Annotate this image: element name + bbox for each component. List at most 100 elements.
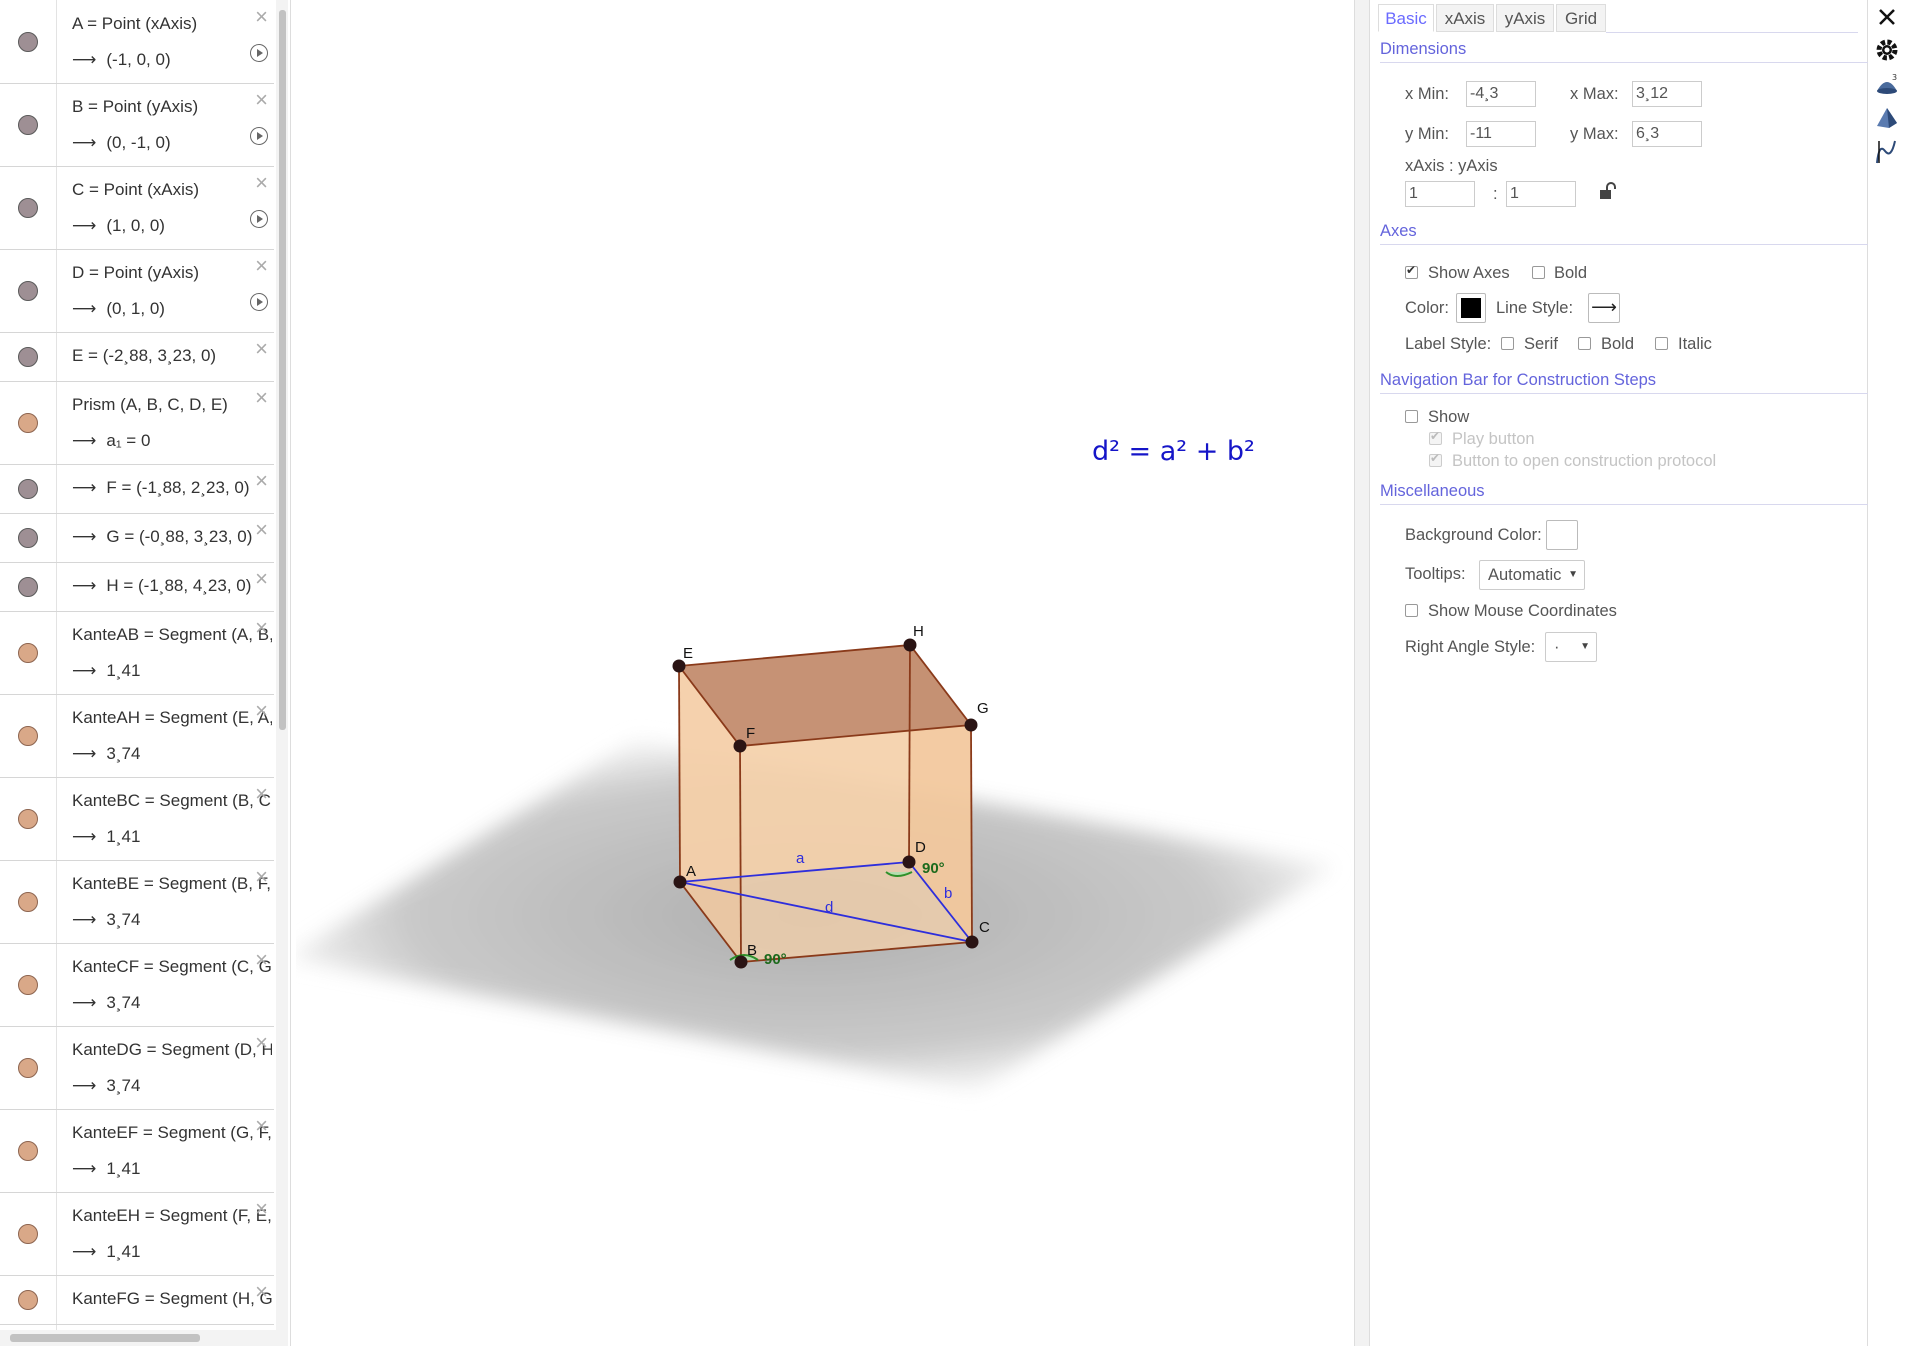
algebra-row[interactable]: Prism (A, B, C, D, E) ⟶ a₁ = 0 × xyxy=(0,381,274,465)
delete-icon[interactable]: × xyxy=(255,1115,268,1137)
visibility-toggle[interactable] xyxy=(18,31,38,52)
algebra-horizontal-scrollbar[interactable] xyxy=(0,1330,276,1346)
point-A[interactable] xyxy=(673,875,687,889)
algebra-row[interactable]: C = Point (xAxis) ⟶ (1, 0, 0) × xyxy=(0,166,274,250)
row-definition[interactable]: KanteCF = Segment (C, G, a xyxy=(72,957,272,977)
bold-checkbox[interactable] xyxy=(1532,266,1545,279)
delete-icon[interactable]: × xyxy=(255,1198,268,1220)
show-mouse-coords-checkbox[interactable] xyxy=(1405,604,1418,617)
ratio-y-input[interactable]: 1 xyxy=(1506,181,1576,207)
pythagoras-formula[interactable]: d² = a² + b² xyxy=(1092,436,1255,467)
row-definition[interactable]: KanteBC = Segment (B, C, a xyxy=(72,791,272,811)
delete-icon[interactable]: × xyxy=(255,1281,268,1303)
delete-icon[interactable]: × xyxy=(255,1032,268,1054)
visibility-toggle[interactable] xyxy=(18,974,38,995)
delete-icon[interactable]: × xyxy=(255,89,268,111)
delete-icon[interactable]: × xyxy=(255,783,268,805)
algebra-row[interactable]: KanteAH = Segment (E, A, a ⟶ 3¸74 × xyxy=(0,694,274,778)
right-angle-style-dropdown[interactable]: · ▼ xyxy=(1545,632,1597,662)
row-definition[interactable]: E = (-2¸88, 3¸23, 0) xyxy=(72,346,272,366)
algebra-row[interactable]: ⟶ G = (-0¸88, 3¸23, 0) × xyxy=(0,513,274,563)
scroll-thumb[interactable] xyxy=(10,1334,200,1342)
graphics-3d-view[interactable]: A B C D E F G H a b d 90° 90° d² = a² + … xyxy=(296,0,1354,1346)
label-bold-checkbox[interactable] xyxy=(1578,337,1591,350)
background-color-button[interactable] xyxy=(1546,520,1578,550)
row-definition[interactable]: B = Point (yAxis) xyxy=(72,97,272,117)
row-definition[interactable]: C = Point (xAxis) xyxy=(72,180,272,200)
point-D[interactable] xyxy=(902,855,916,869)
delete-icon[interactable]: × xyxy=(255,949,268,971)
gear-icon[interactable] xyxy=(1874,37,1900,63)
point-C[interactable] xyxy=(965,935,979,949)
visibility-toggle[interactable] xyxy=(18,725,38,746)
serif-checkbox[interactable] xyxy=(1501,337,1514,350)
delete-icon[interactable]: × xyxy=(255,568,268,590)
ratio-x-input[interactable]: 1 xyxy=(1405,181,1475,207)
algebra-row[interactable]: KanteDG = Segment (D, H, a ⟶ 3¸74 × xyxy=(0,1026,274,1110)
algebra-row[interactable]: ⟶ H = (-1¸88, 4¸23, 0) × xyxy=(0,562,274,612)
scroll-thumb[interactable] xyxy=(279,10,286,730)
algebra-row[interactable]: KanteEH = Segment (F, E, a ⟶ 1¸41 × xyxy=(0,1192,274,1276)
show-axes-checkbox[interactable] xyxy=(1405,263,1418,279)
graphics-canvas[interactable]: A B C D E F G H a b d 90° 90° d² = a² + … xyxy=(296,0,1354,1346)
delete-icon[interactable]: × xyxy=(255,6,268,28)
row-definition[interactable]: KanteBE = Segment (B, F, a xyxy=(72,874,272,894)
algebra-row[interactable]: KanteAB = Segment (A, B, a ⟶ 1¸41 × xyxy=(0,611,274,695)
row-definition[interactable]: KanteAH = Segment (E, A, a xyxy=(72,708,272,728)
algebra-row[interactable]: A = Point (xAxis) ⟶ (-1, 0, 0) × xyxy=(0,0,274,84)
xmin-input[interactable]: -4¸3 xyxy=(1466,81,1536,107)
ymin-input[interactable]: -11 xyxy=(1466,121,1536,147)
play-animation-icon[interactable] xyxy=(250,44,268,62)
visibility-toggle[interactable] xyxy=(18,576,38,597)
ymax-input[interactable]: 6¸3 xyxy=(1632,121,1702,147)
delete-icon[interactable]: × xyxy=(255,172,268,194)
point-B[interactable] xyxy=(734,955,748,969)
row-definition[interactable]: Prism (A, B, C, D, E) xyxy=(72,395,272,415)
graphics-3d-settings-icon[interactable]: 3 xyxy=(1874,71,1900,97)
point-H[interactable] xyxy=(903,638,917,652)
row-definition[interactable]: KanteEF = Segment (G, F, a xyxy=(72,1123,272,1143)
visibility-toggle[interactable] xyxy=(18,346,38,367)
point-F[interactable] xyxy=(733,739,747,753)
curve-icon[interactable] xyxy=(1874,139,1900,165)
visibility-toggle[interactable] xyxy=(18,527,38,548)
algebra-row[interactable]: D = Point (yAxis) ⟶ (0, 1, 0) × xyxy=(0,249,274,333)
point-G[interactable] xyxy=(964,718,978,732)
protocol-button-checkbox[interactable] xyxy=(1429,451,1442,467)
tab-yaxis[interactable]: yAxis xyxy=(1496,4,1554,32)
visibility-toggle[interactable] xyxy=(18,642,38,663)
tab-basic[interactable]: Basic xyxy=(1378,4,1434,32)
algebra-row[interactable]: B = Point (yAxis) ⟶ (0, -1, 0) × xyxy=(0,83,274,167)
row-definition[interactable]: KanteDG = Segment (D, H, a xyxy=(72,1040,272,1060)
algebra-row[interactable]: KanteCF = Segment (C, G, a ⟶ 3¸74 × xyxy=(0,943,274,1027)
play-animation-icon[interactable] xyxy=(250,210,268,228)
row-definition[interactable]: KanteEH = Segment (F, E, a xyxy=(72,1206,272,1226)
italic-checkbox[interactable] xyxy=(1655,337,1668,350)
delete-icon[interactable]: × xyxy=(255,519,268,541)
algebra-row[interactable]: E = (-2¸88, 3¸23, 0) × xyxy=(0,332,274,382)
delete-icon[interactable]: × xyxy=(255,617,268,639)
visibility-toggle[interactable] xyxy=(18,478,38,499)
delete-icon[interactable]: × xyxy=(255,255,268,277)
tooltips-dropdown[interactable]: Automatic ▼ xyxy=(1479,560,1585,590)
visibility-toggle[interactable] xyxy=(18,808,38,829)
algebra-row[interactable]: KanteBC = Segment (B, C, a ⟶ 1¸41 × xyxy=(0,777,274,861)
delete-icon[interactable]: × xyxy=(255,387,268,409)
row-definition[interactable]: KanteAB = Segment (A, B, a xyxy=(72,625,272,645)
visibility-toggle[interactable] xyxy=(18,197,38,218)
line-style-button[interactable]: ⟶ xyxy=(1588,293,1620,323)
algebra-row[interactable]: KanteEF = Segment (G, F, a ⟶ 1¸41 × xyxy=(0,1109,274,1193)
delete-icon[interactable]: × xyxy=(255,700,268,722)
visibility-toggle[interactable] xyxy=(18,1223,38,1244)
unlock-icon[interactable] xyxy=(1598,182,1616,200)
xmax-input[interactable]: 3¸12 xyxy=(1632,81,1702,107)
play-animation-icon[interactable] xyxy=(250,293,268,311)
algebra-row[interactable]: KanteFG = Segment (H, G, a × xyxy=(0,1275,274,1325)
algebra-row[interactable]: ⟶ F = (-1¸88, 2¸23, 0) × xyxy=(0,464,274,514)
tab-grid[interactable]: Grid xyxy=(1556,4,1606,32)
view-splitter[interactable] xyxy=(1354,0,1370,1346)
delete-icon[interactable]: × xyxy=(255,866,268,888)
play-button-checkbox[interactable] xyxy=(1429,429,1442,445)
row-definition[interactable]: KanteFG = Segment (H, G, a xyxy=(72,1289,272,1309)
play-animation-icon[interactable] xyxy=(250,127,268,145)
